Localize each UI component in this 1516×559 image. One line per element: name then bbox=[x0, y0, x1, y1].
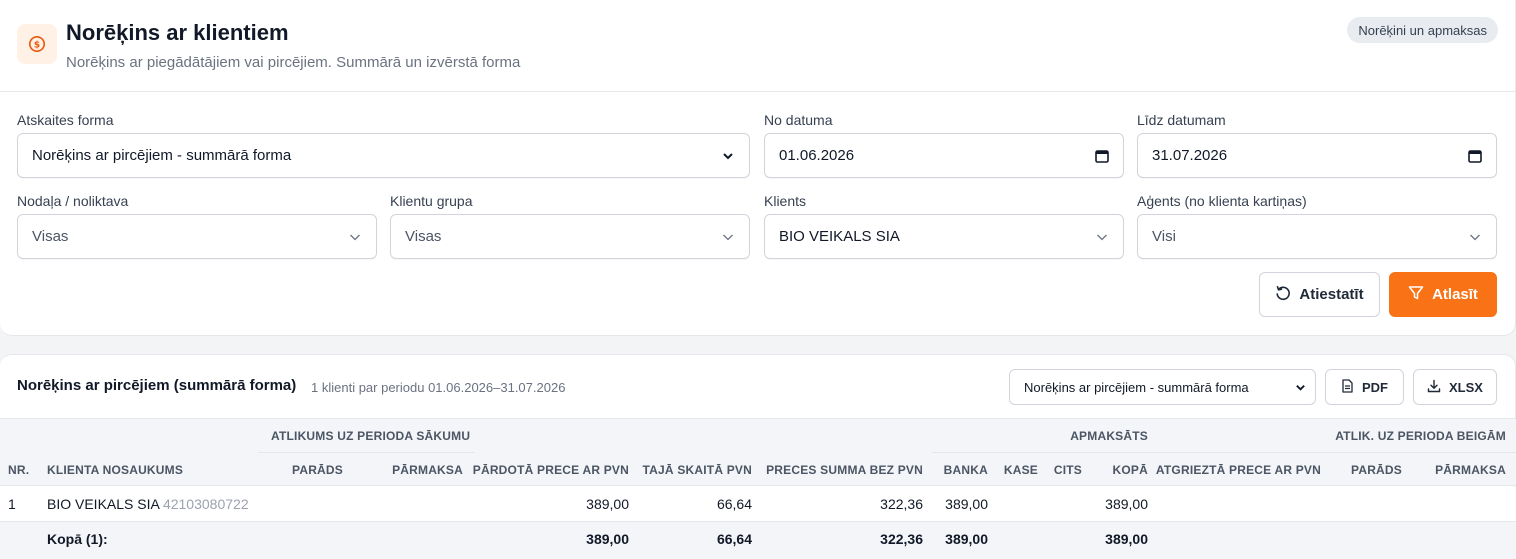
col-sold-vat[interactable]: PĀRDOTĀ PRECE AR PVN bbox=[473, 463, 629, 477]
client-group-label: Klientu grupa bbox=[390, 193, 473, 209]
xlsx-label: XLSX bbox=[1449, 379, 1483, 395]
col-returned-vat[interactable]: ATGRIEZTĀ PRECE AR PVN bbox=[1156, 463, 1321, 477]
col-total[interactable]: KOPĀ bbox=[1113, 463, 1148, 477]
totals-label: Kopā (1): bbox=[47, 531, 108, 547]
pdf-label: PDF bbox=[1362, 379, 1388, 395]
client-group-value: Visas bbox=[405, 228, 442, 245]
cell-sum-no-vat: 322,36 bbox=[880, 496, 923, 512]
date-from-input[interactable]: 01.06.2026 bbox=[764, 133, 1124, 178]
date-to-input[interactable]: 31.07.2026 bbox=[1137, 133, 1497, 178]
chevron-down-icon bbox=[1095, 230, 1109, 244]
col-other[interactable]: CITS bbox=[1054, 463, 1082, 477]
download-icon bbox=[1427, 379, 1441, 396]
department-value: Visas bbox=[32, 228, 69, 245]
total-sum-no-vat: 322,36 bbox=[880, 531, 923, 547]
col-sum-no-vat[interactable]: PRECES SUMMA BEZ PVN bbox=[766, 463, 923, 477]
pdf-export-button[interactable]: PDF bbox=[1325, 369, 1404, 405]
group-divider bbox=[258, 452, 475, 453]
apply-label: Atlasīt bbox=[1432, 286, 1478, 303]
chevron-down-icon bbox=[721, 149, 735, 163]
chevron-down-icon bbox=[1468, 230, 1482, 244]
date-to-label: Līdz datumam bbox=[1137, 112, 1226, 128]
report-form-small-value: Norēķins ar pircējiem - summārā forma bbox=[1024, 379, 1249, 395]
client-select[interactable]: BIO VEIKALS SIA bbox=[764, 214, 1124, 259]
department-label: Nodaļa / noliktava bbox=[17, 193, 129, 209]
col-debt-open[interactable]: PARĀDS bbox=[292, 463, 343, 477]
agent-label: Aģents (no klienta kartiņas) bbox=[1137, 193, 1307, 209]
col-cash[interactable]: KASE bbox=[1004, 463, 1038, 477]
col-nr[interactable]: NR. bbox=[8, 463, 29, 477]
page-title: Norēķins ar klientiem bbox=[66, 20, 289, 45]
group-header-closing: ATLIK. UZ PERIODA BEIGĀM bbox=[1335, 429, 1506, 443]
total-total: 389,00 bbox=[1105, 531, 1148, 547]
client-label: Klients bbox=[764, 193, 807, 209]
chevron-down-icon bbox=[1293, 380, 1307, 394]
svg-text:$: $ bbox=[34, 41, 40, 51]
cell-total: 389,00 bbox=[1105, 496, 1148, 512]
reset-icon bbox=[1275, 285, 1291, 305]
col-overpay-close[interactable]: PĀRMAKSA bbox=[1435, 463, 1506, 477]
agent-value: Visi bbox=[1152, 228, 1176, 245]
apply-button[interactable]: Atlasīt bbox=[1389, 272, 1497, 317]
filter-icon bbox=[1408, 285, 1424, 305]
calendar-icon[interactable] bbox=[1468, 149, 1482, 163]
department-select[interactable]: Visas bbox=[17, 214, 377, 259]
cell-sold-vat: 389,00 bbox=[586, 496, 629, 512]
col-client[interactable]: KLIENTA NOSAUKUMS bbox=[47, 463, 183, 477]
report-summary: 1 klienti par periodu 01.06.2026–31.07.2… bbox=[311, 380, 566, 395]
cell-incl-vat: 66,64 bbox=[716, 496, 752, 512]
group-divider bbox=[1160, 452, 1516, 453]
document-icon bbox=[1341, 378, 1354, 396]
category-badge: Norēķini un apmaksas bbox=[1347, 17, 1498, 43]
cell-bank: 389,00 bbox=[945, 496, 988, 512]
cell-nr: 1 bbox=[8, 496, 16, 512]
col-overpay-open[interactable]: PĀRMAKSA bbox=[392, 463, 463, 477]
client-group-select[interactable]: Visas bbox=[390, 214, 750, 259]
group-divider bbox=[932, 452, 1160, 453]
chevron-down-icon bbox=[348, 230, 362, 244]
cell-client: BIO VEIKALS SIA 42103080722 bbox=[47, 496, 249, 512]
group-header-paid: APMAKSĀTS bbox=[1070, 429, 1148, 443]
reset-button[interactable]: Atiestatīt bbox=[1259, 272, 1380, 317]
report-form-select-small[interactable]: Norēķins ar pircējiem - summārā forma bbox=[1009, 369, 1316, 405]
total-bank: 389,00 bbox=[945, 531, 988, 547]
total-incl-vat: 66,64 bbox=[716, 531, 752, 547]
report-form-label: Atskaites forma bbox=[17, 112, 114, 128]
group-header-opening: ATLIKUMS UZ PERIODA SĀKUMU bbox=[271, 429, 471, 443]
reset-label: Atiestatīt bbox=[1299, 286, 1364, 303]
total-sold-vat: 389,00 bbox=[586, 531, 629, 547]
client-name[interactable]: BIO VEIKALS SIA bbox=[47, 496, 159, 512]
report-title: Norēķins ar pircējiem (summārā forma) bbox=[17, 377, 297, 394]
chevron-down-icon bbox=[721, 230, 735, 244]
col-incl-vat[interactable]: TAJĀ SKAITĀ PVN bbox=[643, 463, 752, 477]
date-from-value: 01.06.2026 bbox=[779, 147, 855, 164]
report-form-select[interactable]: Norēķins ar pircējiem - summārā forma bbox=[17, 133, 750, 178]
calendar-icon[interactable] bbox=[1095, 149, 1109, 163]
agent-select[interactable]: Visi bbox=[1137, 214, 1497, 259]
col-debt-close[interactable]: PARĀDS bbox=[1351, 463, 1402, 477]
client-value: BIO VEIKALS SIA bbox=[779, 228, 900, 245]
col-bank[interactable]: BANKA bbox=[944, 463, 988, 477]
header-divider bbox=[0, 91, 1516, 92]
dollar-coin-icon: $ bbox=[17, 24, 57, 64]
date-from-label: No datuma bbox=[764, 112, 833, 128]
report-form-value: Norēķins ar pircējiem - summārā forma bbox=[32, 147, 292, 164]
date-to-value: 31.07.2026 bbox=[1152, 147, 1228, 164]
page-subtitle: Norēķins ar piegādātājiem vai pircējiem.… bbox=[66, 54, 521, 71]
xlsx-export-button[interactable]: XLSX bbox=[1413, 369, 1497, 405]
client-reg-no: 42103080722 bbox=[162, 496, 249, 512]
totals-row bbox=[0, 521, 1516, 559]
